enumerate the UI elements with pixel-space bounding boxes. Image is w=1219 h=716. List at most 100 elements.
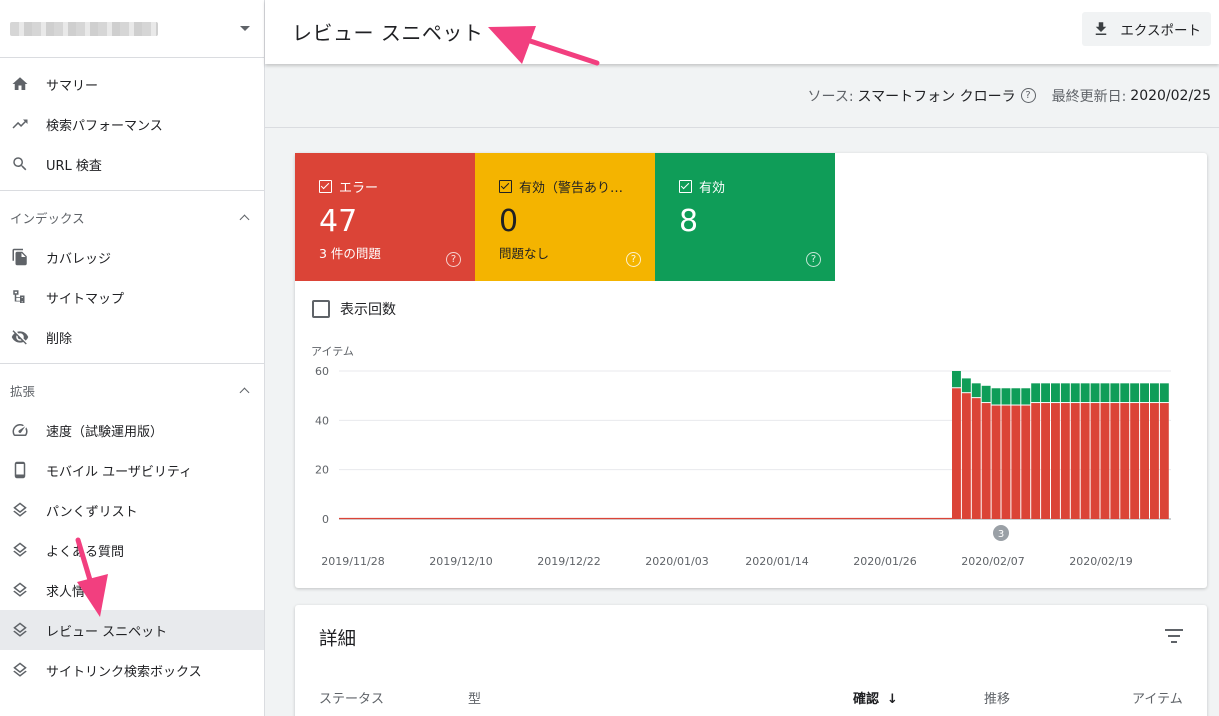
x-tick-label: 2019/12/22 — [537, 555, 600, 568]
bar-error — [1159, 403, 1169, 519]
bar-error — [1150, 403, 1159, 519]
bar-valid — [971, 383, 981, 398]
bar-error — [1021, 405, 1031, 519]
bar-error — [1070, 403, 1080, 519]
bar-valid — [1011, 388, 1021, 405]
bar-valid — [1090, 383, 1100, 403]
source-value: スマートフォン クローラ — [857, 88, 1016, 105]
sidebar-item-summary[interactable]: サマリー — [0, 64, 264, 104]
sidebar-item-label: カバレッジ — [46, 251, 112, 267]
tile-valid-with-warnings[interactable]: 有効（警告あり… 0 問題なし ? — [475, 153, 655, 281]
sidebar-item-label: 求人情報 — [46, 584, 99, 600]
status-chart-card: エラー 47 3 件の問題 ? 有効（警告あり… 0 問題なし ? 有効 8 ?… — [295, 153, 1207, 588]
layers-icon — [10, 540, 30, 560]
sort-arrow-down-icon: ↓ — [887, 692, 898, 707]
property-name-redacted — [10, 21, 158, 36]
bar-valid — [1130, 383, 1140, 403]
tile-value: 0 — [499, 204, 519, 239]
sidebar-item-faq[interactable]: よくある質問 — [0, 530, 264, 570]
bar-valid — [991, 388, 1001, 405]
column-header-status[interactable]: ステータス — [319, 688, 384, 707]
section-title: インデックス — [10, 210, 85, 226]
sidebar-item-sitemaps[interactable]: サイトマップ — [0, 277, 264, 317]
layers-icon — [10, 500, 30, 520]
bar-error — [1080, 403, 1090, 519]
bar-error — [981, 403, 991, 519]
sidebar-item-url-inspection[interactable]: URL 検査 — [0, 144, 264, 184]
impressions-label: 表示回数 — [340, 302, 396, 318]
bar-valid — [1110, 383, 1120, 403]
bar-error — [1001, 405, 1011, 519]
y-tick-label: 20 — [315, 464, 329, 477]
bar-error — [952, 388, 961, 519]
home-icon — [10, 74, 30, 94]
sidebar-item-breadcrumbs[interactable]: パンくずリスト — [0, 490, 264, 530]
status-tiles: エラー 47 3 件の問題 ? 有効（警告あり… 0 問題なし ? 有効 8 ? — [295, 153, 1207, 281]
page-header: レビュー スニペット エクスポート — [265, 0, 1219, 64]
impressions-toggle[interactable]: 表示回数 — [312, 299, 396, 319]
checkbox-checked-icon[interactable] — [679, 180, 692, 193]
bar-valid — [1051, 383, 1060, 403]
bar-error — [1130, 403, 1140, 519]
tile-valid[interactable]: 有効 8 ? — [655, 153, 835, 281]
trending-up-icon — [10, 114, 30, 134]
sidebar-item-label: 削除 — [46, 331, 73, 347]
bar-error — [1060, 403, 1070, 519]
bar-error — [961, 393, 971, 519]
column-header-type[interactable]: 型 — [468, 688, 481, 707]
y-tick-label: 0 — [322, 513, 329, 526]
bar-valid — [1100, 383, 1110, 403]
page-title: レビュー スニペット — [292, 21, 484, 45]
column-header-items[interactable]: アイテム — [1132, 688, 1183, 707]
filter-icon[interactable] — [1165, 629, 1183, 643]
help-icon[interactable]: ? — [446, 252, 461, 267]
sidebar-item-label: サイトリンク検索ボックス — [46, 664, 202, 680]
bar-error — [1041, 403, 1050, 519]
tile-label: 有効（警告あり… — [519, 181, 624, 196]
sidebar-item-speed[interactable]: 速度（試験運用版） — [0, 410, 264, 450]
bar-error — [1100, 403, 1110, 519]
sidebar-item-label: サマリー — [46, 78, 99, 94]
checkbox-checked-icon[interactable] — [499, 180, 512, 193]
section-header-index[interactable]: インデックス — [0, 197, 264, 237]
bar-valid — [1070, 383, 1080, 403]
bar-valid — [1159, 383, 1169, 403]
sidebar-item-removals[interactable]: 削除 — [0, 317, 264, 357]
bar-error — [1110, 403, 1120, 519]
details-title: 詳細 — [319, 629, 357, 650]
tile-error[interactable]: エラー 47 3 件の問題 ? — [295, 153, 475, 281]
help-icon[interactable]: ? — [1020, 88, 1036, 103]
column-header-validation[interactable]: 確認 ↓ — [853, 688, 898, 707]
sidebar-item-label: レビュー スニペット — [46, 624, 168, 640]
column-header-trend[interactable]: 推移 — [984, 688, 1010, 707]
bar-valid — [961, 378, 971, 393]
sidebar-item-review-snippets[interactable]: レビュー スニペット — [0, 610, 264, 650]
chevron-up-icon — [239, 387, 250, 397]
bar-valid — [1060, 383, 1070, 403]
checkbox-unchecked-icon[interactable] — [312, 300, 330, 318]
chevron-up-icon — [239, 214, 250, 224]
sidebar-item-label: サイトマップ — [46, 291, 125, 307]
section-header-enhancements[interactable]: 拡張 — [0, 370, 264, 410]
column-header-label: 確認 — [853, 692, 880, 707]
x-tick-label: 2020/01/03 — [645, 555, 708, 568]
bar-error — [1011, 405, 1021, 519]
download-icon — [1096, 22, 1107, 35]
bar-error — [1140, 403, 1149, 519]
sidebar-item-performance[interactable]: 検索パフォーマンス — [0, 104, 264, 144]
tile-label: エラー — [339, 181, 379, 196]
property-selector[interactable] — [0, 0, 264, 58]
help-icon[interactable]: ? — [626, 252, 641, 267]
bar-valid — [981, 385, 991, 403]
x-tick-label: 2020/02/19 — [1069, 555, 1132, 568]
sidebar-item-job-postings[interactable]: 求人情報 — [0, 570, 264, 610]
export-button[interactable]: エクスポート — [1082, 12, 1211, 46]
source-bar: ソース: スマートフォン クローラ ? 最終更新日: 2020/02/25 — [265, 64, 1219, 128]
help-icon[interactable]: ? — [806, 252, 821, 267]
checkbox-checked-icon[interactable] — [319, 180, 332, 193]
nav-group-enhancements: 拡張 速度（試験運用版） モバイル ユーザビリティ パンくずリスト よくある質問… — [0, 364, 264, 696]
sidebar-item-mobile-usability[interactable]: モバイル ユーザビリティ — [0, 450, 264, 490]
sidebar-item-sitelinks-searchbox[interactable]: サイトリンク検索ボックス — [0, 650, 264, 690]
sidebar-item-coverage[interactable]: カバレッジ — [0, 237, 264, 277]
x-tick-label: 2020/01/26 — [853, 555, 916, 568]
